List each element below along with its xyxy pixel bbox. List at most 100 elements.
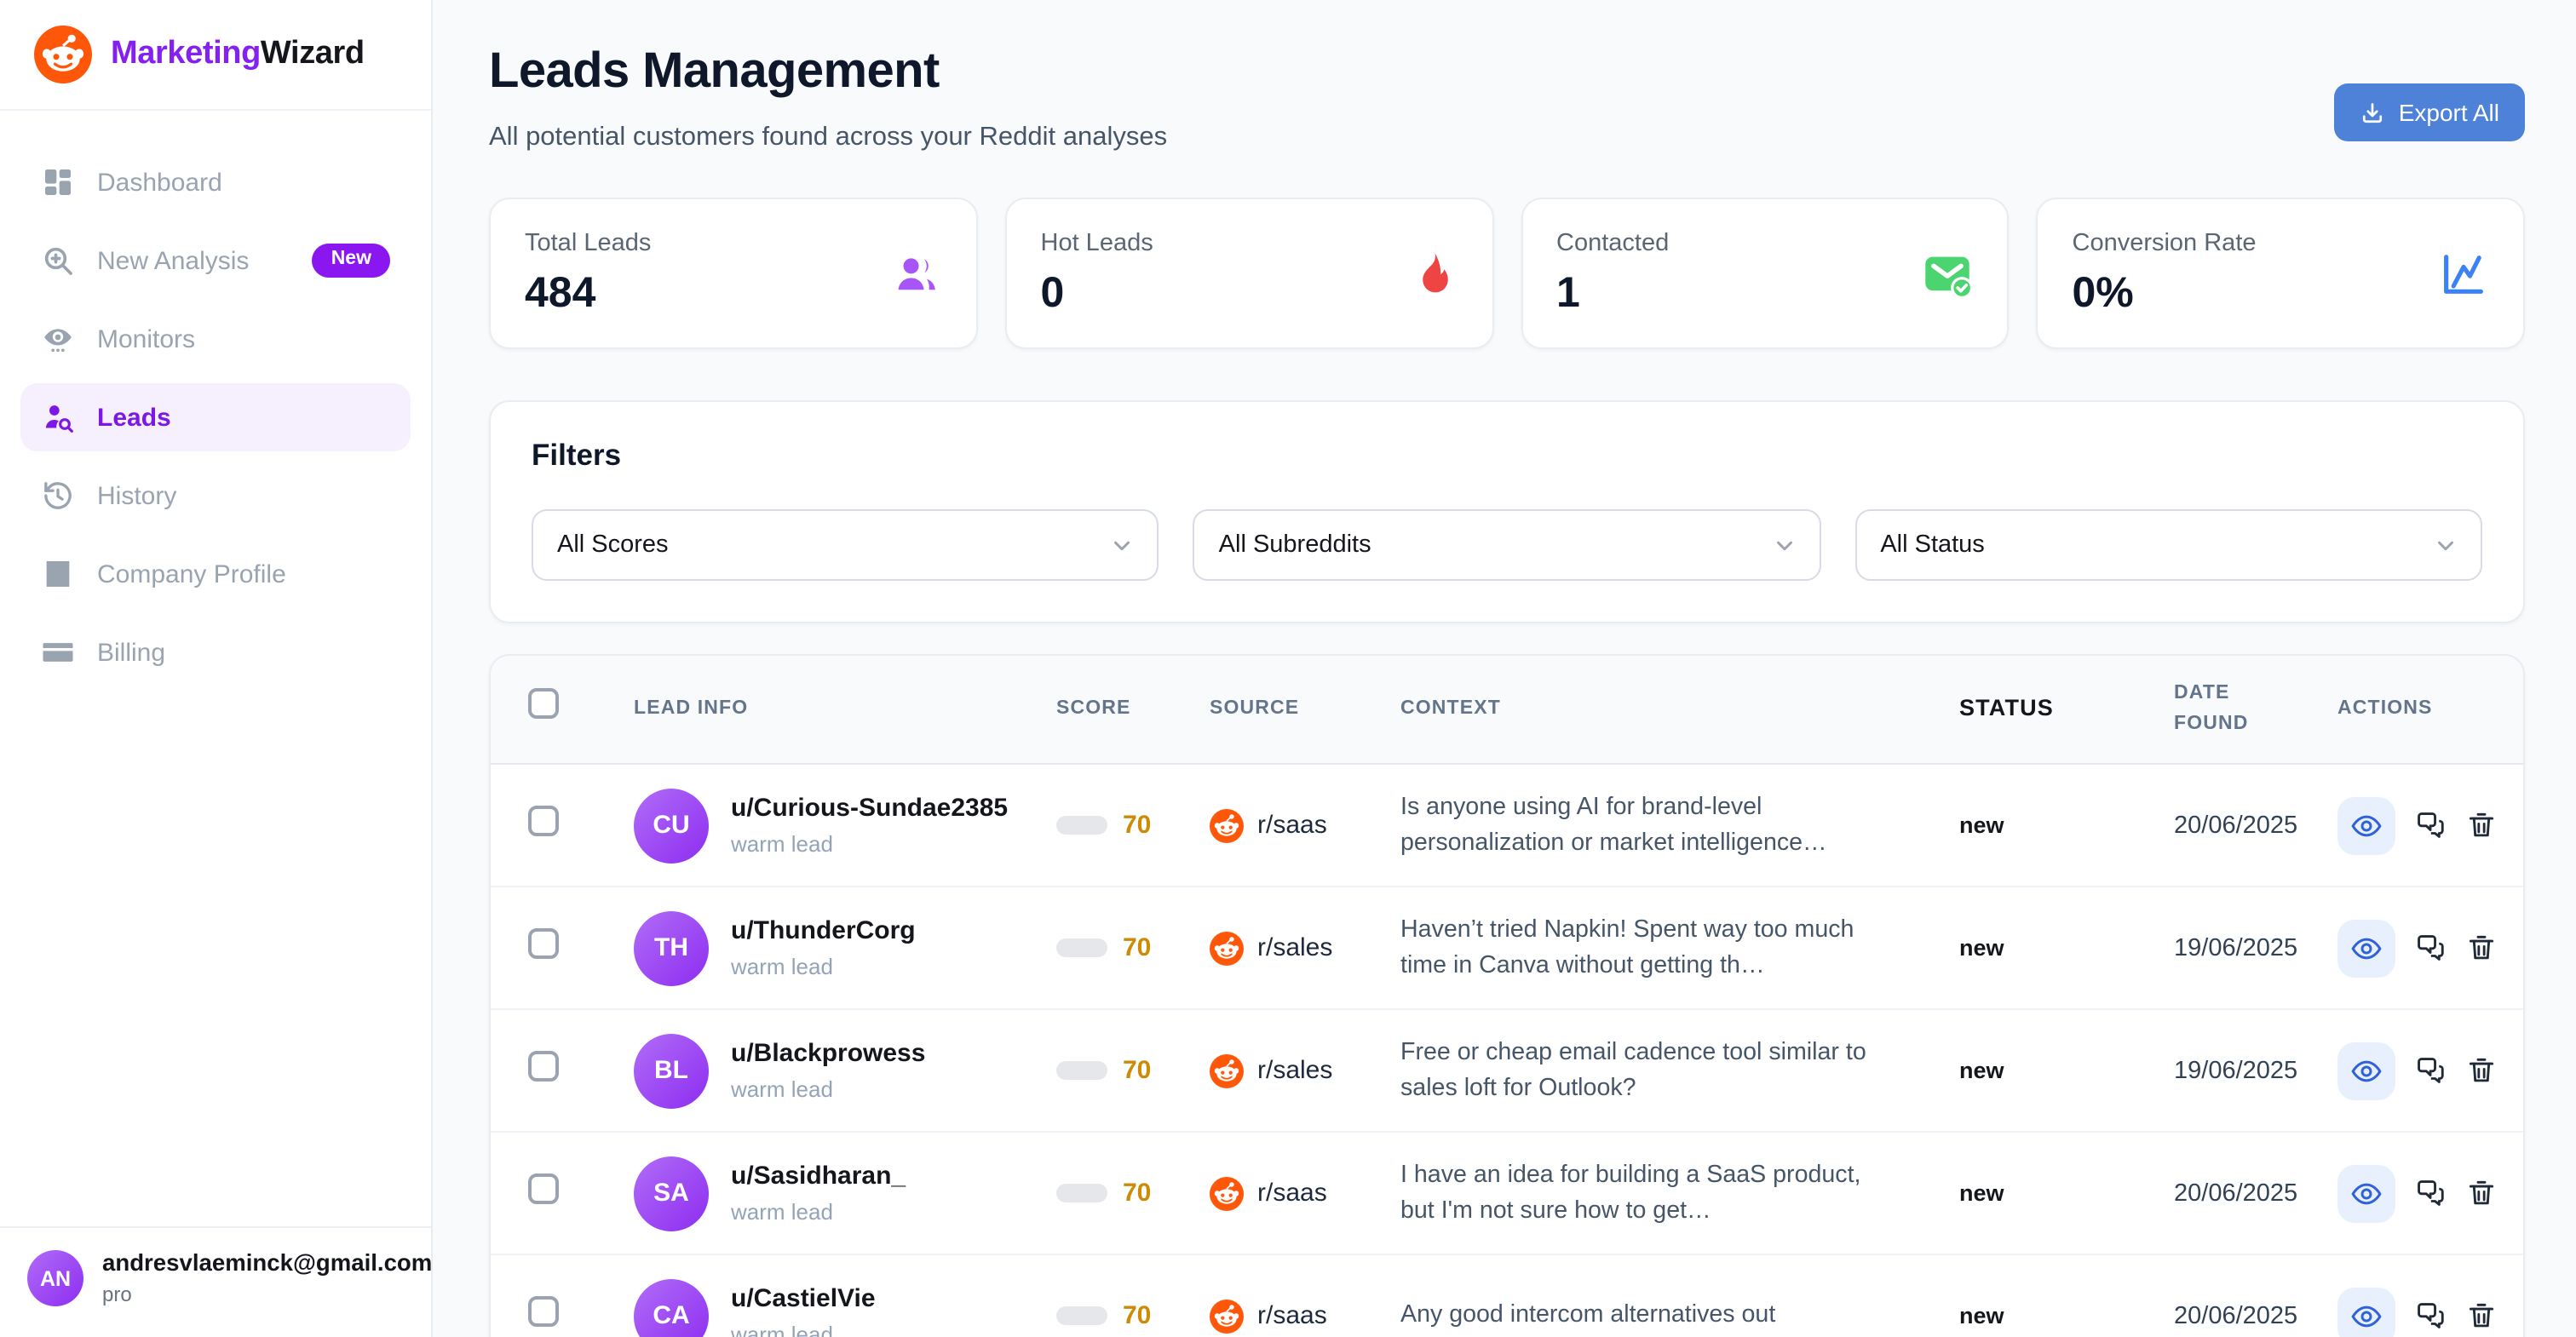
main-content: Leads Management All potential customers… bbox=[433, 0, 2576, 1337]
table-row: CA u/CastielVie warm lead 70 r/saas bbox=[491, 1255, 2523, 1337]
delete-lead-button[interactable] bbox=[2465, 1300, 2498, 1332]
lead-avatar: CA bbox=[634, 1278, 709, 1337]
row-checkbox[interactable] bbox=[528, 928, 559, 959]
trash-icon bbox=[2465, 1054, 2498, 1087]
column-header-context: Context bbox=[1377, 695, 1905, 725]
delete-lead-button[interactable] bbox=[2465, 1054, 2498, 1087]
avatar: AN bbox=[27, 1250, 83, 1306]
status-badge: new bbox=[1905, 1180, 2109, 1206]
export-all-button[interactable]: Export All bbox=[2334, 83, 2525, 141]
sidebar-item-monitors[interactable]: Monitors bbox=[20, 305, 411, 373]
stats-row: Total Leads 484 Hot Leads 0 bbox=[489, 198, 2525, 349]
lead-score: 70 bbox=[1032, 933, 1186, 962]
view-lead-button[interactable] bbox=[2337, 1287, 2395, 1337]
message-lead-button[interactable] bbox=[2414, 932, 2447, 964]
sidebar-item-company-profile[interactable]: Company Profile bbox=[20, 540, 411, 608]
sidebar-item-label: Company Profile bbox=[97, 559, 286, 588]
brand[interactable]: MarketingWizard bbox=[0, 0, 431, 111]
row-checkbox[interactable] bbox=[528, 1173, 559, 1204]
score-bar bbox=[1056, 1306, 1107, 1325]
view-lead-button[interactable] bbox=[2337, 1041, 2395, 1099]
reddit-icon bbox=[1210, 1053, 1244, 1087]
sidebar-item-dashboard[interactable]: Dashboard bbox=[20, 148, 411, 216]
lead-score: 70 bbox=[1032, 811, 1186, 840]
message-lead-button[interactable] bbox=[2414, 1300, 2447, 1332]
row-checkbox[interactable] bbox=[528, 1296, 559, 1327]
new-badge: New bbox=[313, 244, 390, 278]
message-lead-button[interactable] bbox=[2414, 1054, 2447, 1087]
lead-source: r/saas bbox=[1186, 808, 1377, 842]
row-checkbox[interactable] bbox=[528, 806, 559, 836]
sidebar-item-new-analysis[interactable]: New Analysis New bbox=[20, 227, 411, 295]
subreddit-link[interactable]: r/saas bbox=[1257, 1301, 1327, 1330]
table-header-row: Lead Info Score Source Context Status Da… bbox=[491, 656, 2523, 765]
lead-avatar: CU bbox=[634, 788, 709, 863]
table-row: SA u/Sasidharan_ warm lead 70 r/saas bbox=[491, 1133, 2523, 1255]
date-found: 19/06/2025 bbox=[2109, 934, 2314, 961]
score-bar bbox=[1056, 1184, 1107, 1202]
credit-card-icon bbox=[41, 635, 75, 669]
row-actions bbox=[2314, 1041, 2498, 1099]
row-checkbox[interactable] bbox=[528, 1051, 559, 1082]
sidebar-user[interactable]: AN andresvlaeminck@gmail.com pro bbox=[0, 1226, 431, 1337]
reddit-icon bbox=[1210, 1176, 1244, 1210]
sidebar-item-history[interactable]: History bbox=[20, 462, 411, 530]
stat-value: 1 bbox=[1556, 268, 1669, 318]
trash-icon bbox=[2465, 932, 2498, 964]
column-header-source: Source bbox=[1186, 695, 1377, 725]
view-lead-button[interactable] bbox=[2337, 796, 2395, 854]
lead-username: u/Blackprowess bbox=[731, 1039, 925, 1071]
lead-source: r/sales bbox=[1186, 931, 1377, 965]
subreddit-link[interactable]: r/sales bbox=[1257, 933, 1332, 962]
stat-label: Total Leads bbox=[525, 229, 651, 256]
user-email: andresvlaeminck@gmail.com bbox=[102, 1250, 432, 1278]
sidebar-item-billing[interactable]: Billing bbox=[20, 618, 411, 686]
lead-source: r/saas bbox=[1186, 1176, 1377, 1210]
lead-score: 70 bbox=[1032, 1056, 1186, 1085]
row-actions bbox=[2314, 1164, 2498, 1222]
reddit-icon bbox=[1210, 1299, 1244, 1333]
message-lead-button[interactable] bbox=[2414, 809, 2447, 841]
lead-username: u/ThunderCorg bbox=[731, 916, 916, 949]
delete-lead-button[interactable] bbox=[2465, 1177, 2498, 1209]
row-actions bbox=[2314, 1287, 2498, 1337]
view-lead-button[interactable] bbox=[2337, 919, 2395, 977]
chevron-down-icon bbox=[1771, 532, 1797, 558]
lead-context: Haven’t tried Napkin! Spent way too much… bbox=[1377, 913, 1905, 982]
subreddit-link[interactable]: r/sales bbox=[1257, 1056, 1332, 1085]
chat-bubbles-icon bbox=[2414, 932, 2447, 964]
delete-lead-button[interactable] bbox=[2465, 932, 2498, 964]
lead-type: warm lead bbox=[731, 1322, 876, 1337]
score-bar bbox=[1056, 1061, 1107, 1080]
table-row: TH u/ThunderCorg warm lead 70 r/sales bbox=[491, 887, 2523, 1010]
sidebar-nav: Dashboard New Analysis New Monitors bbox=[0, 111, 431, 686]
column-header-actions: Actions bbox=[2314, 695, 2496, 725]
stat-label: Contacted bbox=[1556, 229, 1669, 256]
select-all-checkbox[interactable] bbox=[528, 689, 559, 720]
mail-check-icon bbox=[1923, 248, 1974, 299]
building-icon bbox=[41, 557, 75, 591]
sidebar-item-leads[interactable]: Leads bbox=[20, 383, 411, 451]
subreddit-link[interactable]: r/saas bbox=[1257, 1179, 1327, 1208]
chevron-down-icon bbox=[2433, 532, 2458, 558]
lead-username: u/Curious-Sundae2385 bbox=[731, 794, 1008, 826]
trash-icon bbox=[2465, 1177, 2498, 1209]
filter-select-scores[interactable]: All Scores bbox=[532, 509, 1159, 581]
reddit-icon bbox=[1210, 931, 1244, 965]
date-found: 20/06/2025 bbox=[2109, 812, 2314, 839]
subreddit-link[interactable]: r/saas bbox=[1257, 811, 1327, 840]
dashboard-icon bbox=[41, 165, 75, 199]
message-lead-button[interactable] bbox=[2414, 1177, 2447, 1209]
chat-bubbles-icon bbox=[2414, 1300, 2447, 1332]
filter-select-subreddits[interactable]: All Subreddits bbox=[1193, 509, 1821, 581]
chat-bubbles-icon bbox=[2414, 809, 2447, 841]
reddit-icon bbox=[1210, 808, 1244, 842]
delete-lead-button[interactable] bbox=[2465, 809, 2498, 841]
lead-score: 70 bbox=[1032, 1301, 1186, 1330]
stat-label: Hot Leads bbox=[1041, 229, 1153, 256]
status-badge: new bbox=[1905, 935, 2109, 961]
filter-select-status[interactable]: All Status bbox=[1854, 509, 2482, 581]
user-search-icon bbox=[41, 400, 75, 434]
eye-icon bbox=[2349, 1299, 2383, 1333]
view-lead-button[interactable] bbox=[2337, 1164, 2395, 1222]
